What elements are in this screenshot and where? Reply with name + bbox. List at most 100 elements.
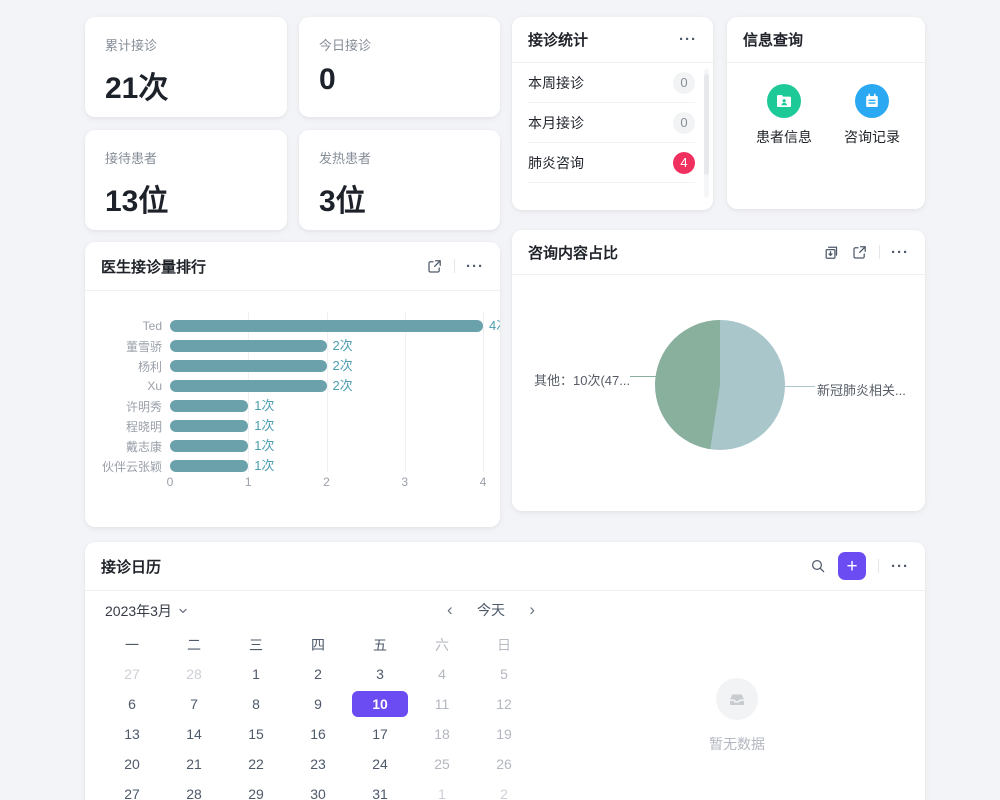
calendar-day[interactable]: 13 <box>101 719 163 749</box>
calendar-day[interactable]: 10 <box>349 689 411 719</box>
bar <box>170 340 327 352</box>
calendar-day[interactable]: 31 <box>349 779 411 800</box>
bar-value-label: 2次 <box>333 359 353 373</box>
bar-row: Xu 2次 <box>85 376 500 396</box>
x-axis-tick: 0 <box>160 475 180 489</box>
more-menu-icon[interactable]: ··· <box>679 32 697 47</box>
calendar-week-row: 6789101112 <box>101 689 535 719</box>
stat-row[interactable]: 肺炎咨询4 <box>528 143 695 183</box>
stat-row[interactable]: 本周接诊0 <box>528 63 695 103</box>
stat-row[interactable]: 本月接诊0 <box>528 103 695 143</box>
save-image-icon[interactable] <box>823 244 840 261</box>
day-number: 11 <box>414 691 470 717</box>
more-menu-icon[interactable]: ··· <box>891 559 909 574</box>
day-number: 4 <box>414 661 470 687</box>
calendar-nav: ‹ 今天 › <box>447 600 535 620</box>
day-number: 16 <box>290 721 346 747</box>
calendar-day[interactable]: 24 <box>349 749 411 779</box>
bar-track: 2次 <box>170 360 483 372</box>
month-selector[interactable]: 2023年3月 <box>105 601 188 621</box>
divider <box>85 590 925 591</box>
bar-row: 程晓明1次 <box>85 416 500 436</box>
divider <box>454 259 455 273</box>
weekday-header: 三 <box>225 631 287 659</box>
calendar-day[interactable]: 27 <box>101 659 163 689</box>
expand-icon[interactable] <box>426 258 443 275</box>
calendar-day[interactable]: 28 <box>163 779 225 800</box>
calendar-week-row: 20212223242526 <box>101 749 535 779</box>
search-icon[interactable] <box>809 558 826 575</box>
calendar-day[interactable]: 25 <box>411 749 473 779</box>
more-menu-icon[interactable]: ··· <box>891 245 909 260</box>
pie-label-other: 其他：10次(47... <box>534 370 630 389</box>
calendar-day[interactable]: 23 <box>287 749 349 779</box>
bar-category-label: 董雪骄 <box>85 338 170 355</box>
expand-icon[interactable] <box>851 244 868 261</box>
calendar-day[interactable]: 20 <box>101 749 163 779</box>
calendar-day[interactable]: 26 <box>473 749 535 779</box>
weekday-header: 五 <box>349 631 411 659</box>
day-number: 2 <box>290 661 346 687</box>
calendar-day[interactable]: 16 <box>287 719 349 749</box>
calendar-day[interactable]: 12 <box>473 689 535 719</box>
day-number: 14 <box>166 721 222 747</box>
calendar-day[interactable]: 2 <box>473 779 535 800</box>
add-event-button[interactable]: + <box>838 552 866 580</box>
today-button[interactable]: 今天 <box>477 600 505 620</box>
calendar-day[interactable]: 29 <box>225 779 287 800</box>
scrollbar-thumb[interactable] <box>704 74 709 175</box>
calendar-day[interactable]: 4 <box>411 659 473 689</box>
next-month-button[interactable]: › <box>529 601 535 619</box>
calendar-day[interactable]: 22 <box>225 749 287 779</box>
calendar-day[interactable]: 1 <box>225 659 287 689</box>
day-number: 24 <box>352 751 408 777</box>
stat-label: 本周接诊 <box>528 73 584 93</box>
day-number: 6 <box>104 691 160 717</box>
day-number: 20 <box>104 751 160 777</box>
metric-value: 3位 <box>319 176 480 220</box>
more-menu-icon[interactable]: ··· <box>466 259 484 274</box>
calendar-day[interactable]: 9 <box>287 689 349 719</box>
card-title: 接诊日历 <box>101 556 161 577</box>
day-number: 15 <box>228 721 284 747</box>
metric-value: 21次 <box>105 63 267 107</box>
consult-record-shortcut[interactable]: 咨询记录 <box>843 84 901 147</box>
bar-category-label: Xu <box>85 379 170 393</box>
calendar-day[interactable]: 18 <box>411 719 473 749</box>
card-visit-stats: 接诊统计 ··· 本周接诊0本月接诊0肺炎咨询4 <box>512 17 713 210</box>
calendar-day[interactable]: 2 <box>287 659 349 689</box>
calendar-day[interactable]: 14 <box>163 719 225 749</box>
x-axis: 01234 <box>85 475 500 491</box>
calendar-day[interactable]: 3 <box>349 659 411 689</box>
bar-value-label: 2次 <box>333 379 353 393</box>
calendar-day[interactable]: 8 <box>225 689 287 719</box>
calendar-day[interactable]: 6 <box>101 689 163 719</box>
weekday-header: 日 <box>473 631 535 659</box>
stat-label: 本月接诊 <box>528 113 584 133</box>
weekday-header: 六 <box>411 631 473 659</box>
calendar-day[interactable]: 1 <box>411 779 473 800</box>
bar <box>170 360 327 372</box>
calendar-day[interactable]: 30 <box>287 779 349 800</box>
patient-info-shortcut[interactable]: 患者信息 <box>755 84 813 147</box>
day-number: 2 <box>476 781 532 800</box>
calendar-day[interactable]: 7 <box>163 689 225 719</box>
prev-month-button[interactable]: ‹ <box>447 601 453 619</box>
calendar-day[interactable]: 28 <box>163 659 225 689</box>
chevron-down-icon <box>178 606 188 616</box>
day-number: 17 <box>352 721 408 747</box>
stat-badge: 4 <box>673 152 695 174</box>
bar-value-label: 2次 <box>333 339 353 353</box>
weekday-header-row: 一二三四五六日 <box>101 631 535 659</box>
calendar-day[interactable]: 27 <box>101 779 163 800</box>
calendar-day[interactable]: 17 <box>349 719 411 749</box>
calendar-day[interactable]: 19 <box>473 719 535 749</box>
calendar-day[interactable]: 11 <box>411 689 473 719</box>
divider <box>512 274 925 275</box>
calendar-day[interactable]: 5 <box>473 659 535 689</box>
calendar-day[interactable]: 15 <box>225 719 287 749</box>
pie-label-covid: 新冠肺炎相关... <box>817 380 906 399</box>
calendar-day[interactable]: 21 <box>163 749 225 779</box>
day-number: 10 <box>352 691 408 717</box>
card-title: 信息查询 <box>743 29 803 50</box>
